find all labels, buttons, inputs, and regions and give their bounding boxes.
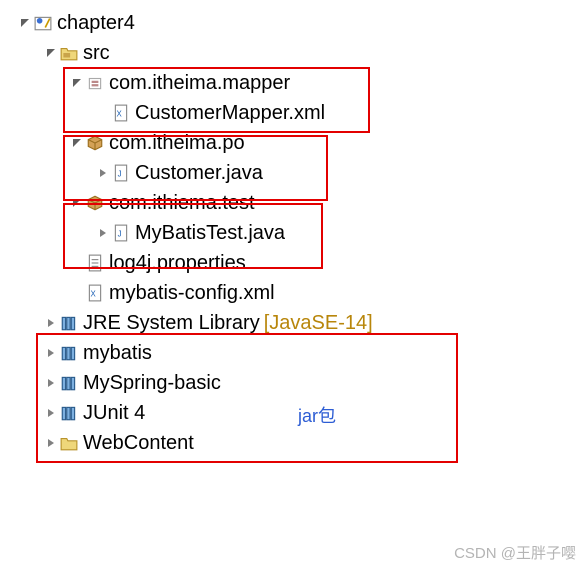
java-file-icon: J (112, 164, 130, 182)
package-icon (86, 194, 104, 212)
file-customermapper-node[interactable]: X CustomerMapper.xml (18, 98, 586, 128)
file-log4j-node[interactable]: log4j.properties (18, 248, 586, 278)
library-myspring-node[interactable]: MySpring-basic (18, 368, 586, 398)
library-icon (60, 344, 78, 362)
file-label: MyBatisTest.java (135, 222, 285, 245)
package-label: com.itheima.mapper (109, 72, 290, 95)
collapse-arrow-icon[interactable] (96, 166, 110, 180)
file-customer-node[interactable]: J Customer.java (18, 158, 586, 188)
no-arrow (70, 286, 84, 300)
file-label: CustomerMapper.xml (135, 102, 325, 125)
collapse-arrow-icon[interactable] (44, 436, 58, 450)
annotation-jar: jar包 (298, 402, 336, 428)
package-icon (86, 74, 104, 92)
package-mapper-node[interactable]: com.itheima.mapper (18, 68, 586, 98)
package-test-node[interactable]: com.ithiema.test (18, 188, 586, 218)
collapse-arrow-icon[interactable] (44, 316, 58, 330)
library-label: JRE System Library (83, 312, 260, 335)
src-label: src (83, 42, 110, 65)
project-icon (34, 14, 52, 32)
source-folder-icon (60, 44, 78, 62)
expand-arrow-icon[interactable] (70, 136, 84, 150)
collapse-arrow-icon[interactable] (44, 406, 58, 420)
xml-file-icon: X (112, 104, 130, 122)
file-label: Customer.java (135, 162, 263, 185)
collapse-arrow-icon[interactable] (96, 226, 110, 240)
project-label: chapter4 (57, 12, 135, 35)
file-mybatistest-node[interactable]: J MyBatisTest.java (18, 218, 586, 248)
webcontent-folder-node[interactable]: WebContent (18, 428, 586, 458)
library-decorator: [JavaSE-14] (264, 312, 373, 335)
folder-label: WebContent (83, 432, 194, 455)
java-file-icon: J (112, 224, 130, 242)
library-label: MySpring-basic (83, 372, 221, 395)
properties-file-icon (86, 254, 104, 272)
expand-arrow-icon[interactable] (44, 46, 58, 60)
collapse-arrow-icon[interactable] (44, 376, 58, 390)
file-label: log4j.properties (109, 252, 246, 275)
src-folder-node[interactable]: src (18, 38, 586, 68)
expand-arrow-icon[interactable] (70, 76, 84, 90)
xml-file-icon: X (86, 284, 104, 302)
package-icon (86, 134, 104, 152)
library-icon (60, 374, 78, 392)
folder-icon (60, 434, 78, 452)
svg-text:J: J (118, 229, 122, 238)
no-arrow (70, 256, 84, 270)
library-mybatis-node[interactable]: mybatis (18, 338, 586, 368)
collapse-arrow-icon[interactable] (44, 346, 58, 360)
library-label: JUnit 4 (83, 402, 145, 425)
svg-text:X: X (117, 109, 123, 118)
package-po-node[interactable]: com.itheima.po (18, 128, 586, 158)
package-label: com.ithiema.test (109, 192, 255, 215)
expand-arrow-icon[interactable] (70, 196, 84, 210)
package-label: com.itheima.po (109, 132, 245, 155)
file-label: mybatis-config.xml (109, 282, 275, 305)
svg-text:X: X (91, 289, 97, 298)
library-label: mybatis (83, 342, 152, 365)
project-node[interactable]: chapter4 (18, 8, 586, 38)
file-mybatisconfig-node[interactable]: X mybatis-config.xml (18, 278, 586, 308)
expand-arrow-icon[interactable] (18, 16, 32, 30)
library-icon (60, 404, 78, 422)
svg-text:J: J (118, 169, 122, 178)
library-icon (60, 314, 78, 332)
no-arrow (96, 106, 110, 120)
library-jre-node[interactable]: JRE System Library [JavaSE-14] (18, 308, 586, 338)
watermark: CSDN @王胖子嘤 (454, 542, 576, 563)
